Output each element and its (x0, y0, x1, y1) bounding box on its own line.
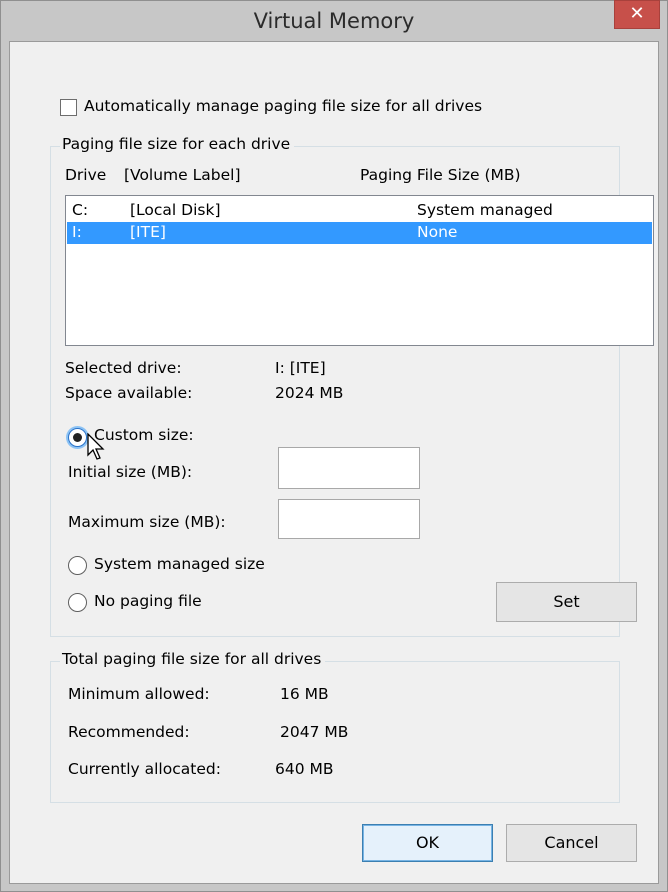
currently-allocated-value: 640 MB (275, 760, 334, 778)
initial-size-label: Initial size (MB): (68, 463, 193, 481)
custom-size-label[interactable]: Custom size: (94, 426, 194, 444)
mouse-pointer-icon (87, 433, 105, 460)
drive-volume-label: [ITE] (130, 223, 166, 241)
drive-volume-label: [Local Disk] (130, 201, 221, 219)
no-paging-label[interactable]: No paging file (94, 592, 202, 610)
column-volume-label: [Volume Label] (124, 166, 241, 184)
space-available-label: Space available: (65, 384, 193, 402)
drive-paging-size: System managed (417, 201, 553, 219)
cancel-button[interactable]: Cancel (506, 824, 637, 862)
window-title: Virtual Memory (253, 9, 415, 33)
column-paging-size: Paging File Size (MB) (360, 166, 521, 184)
minimum-allowed-value: 16 MB (280, 685, 329, 703)
currently-allocated-label: Currently allocated: (68, 760, 221, 778)
maximum-size-input[interactable] (278, 499, 420, 539)
minimum-allowed-label: Minimum allowed: (68, 685, 210, 703)
custom-size-radio[interactable] (68, 428, 87, 447)
ok-button[interactable]: OK (362, 824, 493, 862)
no-paging-radio[interactable] (68, 593, 87, 612)
total-group-legend: Total paging file size for all drives (60, 650, 326, 668)
selected-drive-label: Selected drive: (65, 359, 182, 377)
space-available-value: 2024 MB (275, 384, 344, 402)
selected-drive-value: I: [ITE] (275, 359, 326, 377)
set-button[interactable]: Set (496, 582, 637, 622)
window-frame: Virtual Memory ✕ Automatically manage pa… (0, 0, 668, 892)
drive-paging-size: None (417, 223, 458, 241)
drive-row-i[interactable]: I: [ITE] None (67, 222, 652, 244)
recommended-value: 2047 MB (280, 723, 349, 741)
drive-letter: I: (72, 223, 82, 241)
auto-manage-checkbox[interactable] (60, 99, 77, 116)
recommended-label: Recommended: (68, 723, 190, 741)
title-bar[interactable]: Virtual Memory ✕ (1, 0, 667, 41)
drive-letter: C: (72, 201, 89, 219)
close-icon: ✕ (629, 3, 645, 24)
dialog-body: Automatically manage paging file size fo… (9, 41, 659, 884)
close-button[interactable]: ✕ (614, 0, 660, 29)
drive-list[interactable]: C: [Local Disk] System managed I: [ITE] … (65, 195, 654, 346)
drive-row-c[interactable]: C: [Local Disk] System managed (67, 200, 652, 222)
system-managed-radio[interactable] (68, 556, 87, 575)
auto-manage-label[interactable]: Automatically manage paging file size fo… (84, 97, 482, 115)
system-managed-label[interactable]: System managed size (94, 555, 265, 573)
column-drive: Drive (65, 166, 107, 184)
maximum-size-label: Maximum size (MB): (68, 513, 226, 531)
paging-group-legend: Paging file size for each drive (60, 135, 295, 153)
initial-size-input[interactable] (278, 447, 420, 489)
